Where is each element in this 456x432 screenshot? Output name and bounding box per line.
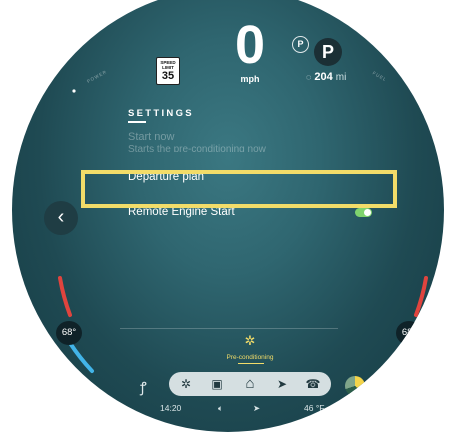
navigation-icon[interactable]: ➤ [273, 375, 291, 393]
toggle-knob [364, 209, 371, 216]
start-now-description: Starts the pre-conditioning now [128, 144, 266, 152]
remote-engine-start-toggle[interactable] [355, 208, 372, 217]
instrument-dial: POWER FUEL SPEED LIMIT 35 0 mph P P ◌ 204… [12, 0, 444, 432]
back-button[interactable]: ‹ [44, 201, 78, 235]
speed-limit-label: SPEED LIMIT [160, 60, 176, 70]
range-value: 204 [314, 71, 333, 83]
profile-avatar[interactable] [345, 376, 365, 396]
speed-limit-sign: SPEED LIMIT 35 [156, 57, 180, 85]
preconditioning-underline [238, 363, 264, 364]
settings-title: SETTINGS [128, 108, 194, 119]
app-dock: ✲ ▣ ⌂ ➤ ☎ [169, 372, 331, 396]
divider [120, 328, 338, 329]
speed-value: 0 [234, 15, 266, 75]
range-unit: mi [335, 72, 347, 83]
location-arrow-icon: ➤ [253, 403, 261, 413]
radio-icon[interactable]: ▣ [208, 375, 226, 393]
home-icon[interactable]: ⌂ [241, 375, 259, 393]
gear-indicator: P [314, 38, 342, 66]
fan-icon: ✲ [244, 333, 256, 348]
range-readout: ◌ 204 mi [306, 71, 346, 83]
selection-highlight [81, 170, 397, 208]
range-icon: ◌ [306, 72, 312, 82]
chevron-left-icon: ‹ [57, 206, 65, 228]
phone-icon[interactable]: ☎ [304, 375, 322, 393]
fan-icon[interactable]: ✲ [177, 375, 195, 393]
right-temperature[interactable]: 68° [396, 321, 422, 345]
left-temperature[interactable]: 68° [56, 321, 82, 345]
start-now-item[interactable]: Start now [128, 131, 174, 143]
outside-temperature: 46 °F [304, 403, 325, 413]
speed-limit-value: 35 [161, 70, 175, 82]
mute-icon: 🔈︎ [218, 403, 224, 413]
preconditioning-label: Pre-conditioning [226, 354, 274, 361]
parking-indicator: P [292, 36, 309, 53]
clock: 14:20 [160, 403, 182, 413]
settings-title-underline [128, 121, 146, 123]
seat-heat-icon[interactable]: ꝭ [140, 378, 147, 397]
speed-unit: mph [240, 74, 260, 84]
